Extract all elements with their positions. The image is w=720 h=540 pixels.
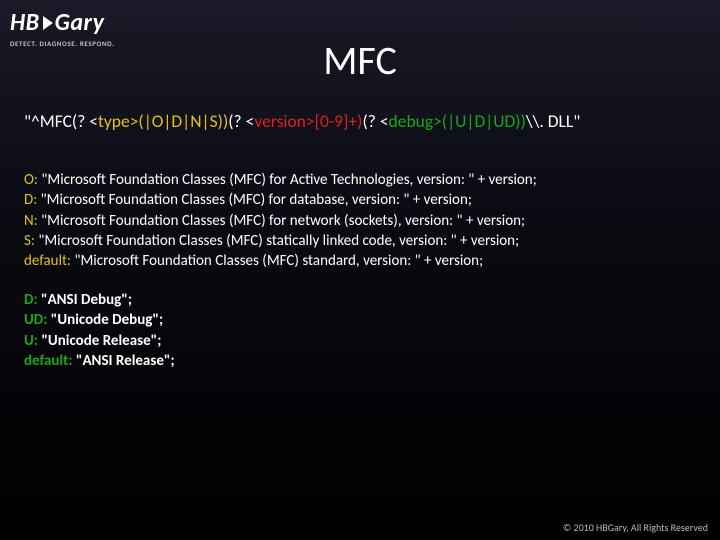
type-row: default: "Microsoft Foundation Classes (… [24, 251, 696, 271]
brand-left: HB [10, 8, 40, 37]
type-val: "Microsoft Foundation Classes (MFC) for … [41, 191, 472, 209]
debug-val: "Unicode Release"; [41, 332, 161, 350]
debug-row: U: "Unicode Release"; [24, 331, 696, 351]
regex-line: "^MFC(? <type>(|O|D|N|S))(? <version>[0-… [24, 110, 696, 133]
debug-mapping-block: D: "ANSI Debug"; UD: "Unicode Debug"; U:… [24, 290, 696, 371]
type-key: S: [24, 232, 35, 250]
debug-row: D: "ANSI Debug"; [24, 290, 696, 310]
debug-key: D: [24, 291, 38, 309]
brand-wordmark: HB Gary [10, 8, 115, 37]
type-row: O: "Microsoft Foundation Classes (MFC) f… [24, 170, 696, 190]
debug-val: "ANSI Debug"; [41, 291, 132, 309]
type-key: O: [24, 171, 38, 189]
debug-row: UD: "Unicode Debug"; [24, 310, 696, 330]
regex-type-alts: >(|O|D|N|S)) [130, 110, 229, 132]
debug-val: "Unicode Debug"; [51, 311, 163, 329]
slide-title: MFC [0, 36, 720, 85]
type-key: D: [24, 191, 37, 209]
debug-key: UD: [24, 311, 47, 329]
regex-mid2: (? < [362, 110, 388, 132]
debug-key: default: [24, 352, 72, 370]
regex-mid1: (? < [228, 110, 254, 132]
type-val: "Microsoft Foundation Classes (MFC) for … [41, 171, 536, 189]
regex-prefix: "^MFC(? < [24, 110, 98, 132]
type-row: D: "Microsoft Foundation Classes (MFC) f… [24, 190, 696, 210]
type-key: default: [24, 252, 71, 270]
debug-key: U: [24, 332, 38, 350]
brand-right: Gary [55, 8, 105, 37]
regex-version-keyword: version [254, 110, 306, 132]
regex-type-keyword: type [98, 110, 130, 132]
type-row: S: "Microsoft Foundation Classes (MFC) s… [24, 231, 696, 251]
copyright-footer: © 2010 HBGary, All Rights Reserved [563, 521, 708, 534]
debug-val: "ANSI Release"; [76, 352, 175, 370]
type-val: "Microsoft Foundation Classes (MFC) stat… [38, 232, 519, 250]
regex-debug-keyword: debug [389, 110, 434, 132]
play-arrow-icon [43, 16, 53, 30]
type-row: N: "Microsoft Foundation Classes (MFC) f… [24, 211, 696, 231]
regex-debug-alts: >(|U|D|UD)) [433, 110, 526, 132]
regex-version-alts: >[0-9]+) [306, 110, 363, 132]
type-mapping-block: O: "Microsoft Foundation Classes (MFC) f… [24, 170, 696, 271]
debug-row: default: "ANSI Release"; [24, 351, 696, 371]
type-key: N: [24, 212, 38, 230]
regex-suffix: \\. DLL" [526, 110, 580, 132]
type-val: "Microsoft Foundation Classes (MFC) for … [41, 212, 525, 230]
type-val: "Microsoft Foundation Classes (MFC) stan… [74, 252, 483, 270]
